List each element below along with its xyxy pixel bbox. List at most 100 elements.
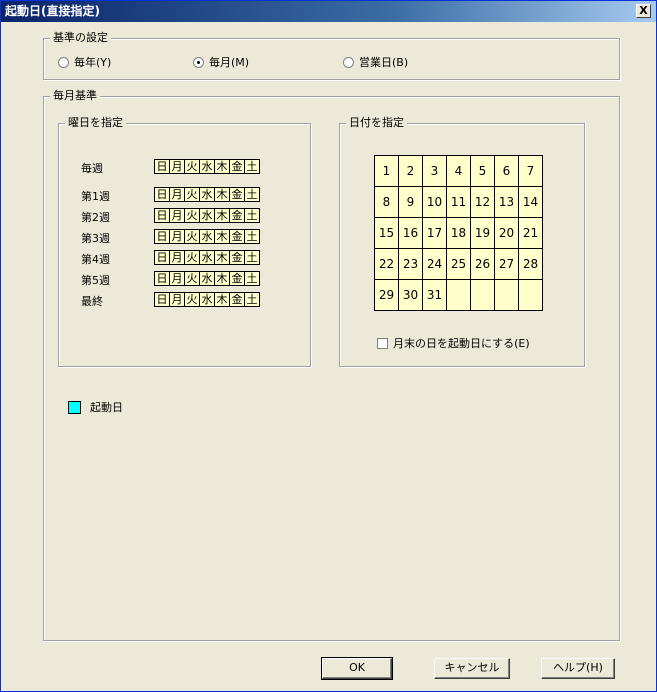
weekday-cell[interactable]: 水 [199,208,215,223]
weekday-cell[interactable]: 火 [184,292,200,307]
calendar-day[interactable]: 14 [519,187,543,218]
calendar-day[interactable]: 29 [375,280,399,311]
weekday-cell[interactable]: 土 [244,292,260,307]
weekday-cell[interactable]: 金 [229,292,245,307]
weekday-cell[interactable]: 土 [244,159,260,174]
weekday-selector-row: 日月火水木金土 [154,187,260,202]
weekday-cell[interactable]: 木 [214,187,230,202]
basis-group: 基準の設定 [43,31,620,80]
help-button[interactable]: ヘルプ(H) [541,658,615,679]
calendar-day[interactable]: 5 [471,156,495,187]
calendar-day[interactable]: 21 [519,218,543,249]
weekday-cell[interactable]: 日 [154,159,170,174]
weekday-cell[interactable]: 日 [154,250,170,265]
calendar-day [471,280,495,311]
weekday-cell[interactable]: 木 [214,271,230,286]
calendar-day[interactable]: 20 [495,218,519,249]
date-calendar: 1 2 3 4 5 6 7 8 9 10 11 12 13 14 15 16 17 18 19 20 21 22 23 24 2… [374,155,543,311]
calendar-day[interactable]: 13 [495,187,519,218]
weekday-cell[interactable]: 土 [244,229,260,244]
month-end-checkbox[interactable] [377,337,388,349]
calendar-day[interactable]: 11 [447,187,471,218]
weekday-cell[interactable]: 日 [154,271,170,286]
weekday-cell[interactable]: 火 [184,208,200,223]
weekday-cell[interactable]: 木 [214,159,230,174]
weekday-cell[interactable]: 月 [169,292,185,307]
calendar-day[interactable]: 4 [447,156,471,187]
calendar-day[interactable]: 12 [471,187,495,218]
calendar-day[interactable]: 2 [399,156,423,187]
weekday-cell[interactable]: 火 [184,187,200,202]
radio-yearly-indicator[interactable] [58,56,69,68]
calendar-day[interactable]: 6 [495,156,519,187]
calendar-day[interactable]: 27 [495,249,519,280]
weekday-cell[interactable]: 月 [169,208,185,223]
weekday-cell[interactable]: 木 [214,250,230,265]
calendar-day[interactable]: 25 [447,249,471,280]
close-button[interactable]: X [636,4,651,18]
weekday-cell[interactable]: 水 [199,271,215,286]
calendar-day[interactable]: 3 [423,156,447,187]
weekday-cell[interactable]: 金 [229,187,245,202]
weekday-cell[interactable]: 月 [169,271,185,286]
weekday-cell[interactable]: 金 [229,250,245,265]
calendar-day[interactable]: 31 [423,280,447,311]
cancel-button[interactable]: キャンセル [434,658,510,679]
calendar-day[interactable]: 8 [375,187,399,218]
radio-monthly-indicator[interactable] [193,56,204,68]
week-row-label: 毎週 [81,162,103,175]
weekday-cell[interactable]: 金 [229,271,245,286]
weekday-cell[interactable]: 土 [244,208,260,223]
radio-yearly[interactable]: 毎年(Y) [58,54,111,70]
calendar-day[interactable]: 17 [423,218,447,249]
weekday-cell[interactable]: 日 [154,208,170,223]
weekday-cell[interactable]: 水 [199,187,215,202]
weekday-cell[interactable]: 木 [214,229,230,244]
radio-yearly-label: 毎年(Y) [74,56,112,69]
weekday-cell[interactable]: 月 [169,229,185,244]
weekday-cell[interactable]: 土 [244,187,260,202]
weekday-cell[interactable]: 水 [199,159,215,174]
weekday-cell[interactable]: 月 [169,187,185,202]
title-bar: 起動日(直接指定) [1,1,656,22]
calendar-day[interactable]: 15 [375,218,399,249]
calendar-day[interactable]: 30 [399,280,423,311]
weekday-cell[interactable]: 火 [184,159,200,174]
calendar-day[interactable]: 24 [423,249,447,280]
weekday-selector-row: 日月火水木金土 [154,250,260,265]
calendar-day[interactable]: 9 [399,187,423,218]
weekday-cell[interactable]: 木 [214,208,230,223]
weekday-cell[interactable]: 金 [229,208,245,223]
weekday-cell[interactable]: 土 [244,271,260,286]
weekday-cell[interactable]: 水 [199,229,215,244]
calendar-day[interactable]: 10 [423,187,447,218]
ok-button[interactable]: OK [321,657,393,680]
weekday-cell[interactable]: 土 [244,250,260,265]
weekday-cell[interactable]: 火 [184,250,200,265]
weekday-cell[interactable]: 金 [229,159,245,174]
radio-business-day[interactable]: 営業日(B) [343,54,408,70]
calendar-day[interactable]: 19 [471,218,495,249]
weekday-cell[interactable]: 火 [184,271,200,286]
month-end-checkbox-row[interactable]: 月末の日を起動日にする(E) [377,335,530,351]
radio-monthly[interactable]: 毎月(M) [193,54,249,70]
calendar-day[interactable]: 1 [375,156,399,187]
calendar-day[interactable]: 28 [519,249,543,280]
weekday-cell[interactable]: 月 [169,159,185,174]
radio-business-day-indicator[interactable] [343,56,354,68]
weekday-cell[interactable]: 水 [199,250,215,265]
weekday-cell[interactable]: 月 [169,250,185,265]
weekday-cell[interactable]: 水 [199,292,215,307]
calendar-day[interactable]: 22 [375,249,399,280]
weekday-cell[interactable]: 金 [229,229,245,244]
weekday-cell[interactable]: 日 [154,187,170,202]
weekday-cell[interactable]: 日 [154,292,170,307]
weekday-cell[interactable]: 火 [184,229,200,244]
calendar-day[interactable]: 18 [447,218,471,249]
calendar-day[interactable]: 26 [471,249,495,280]
calendar-day[interactable]: 7 [519,156,543,187]
weekday-cell[interactable]: 木 [214,292,230,307]
weekday-cell[interactable]: 日 [154,229,170,244]
calendar-day[interactable]: 23 [399,249,423,280]
calendar-day[interactable]: 16 [399,218,423,249]
